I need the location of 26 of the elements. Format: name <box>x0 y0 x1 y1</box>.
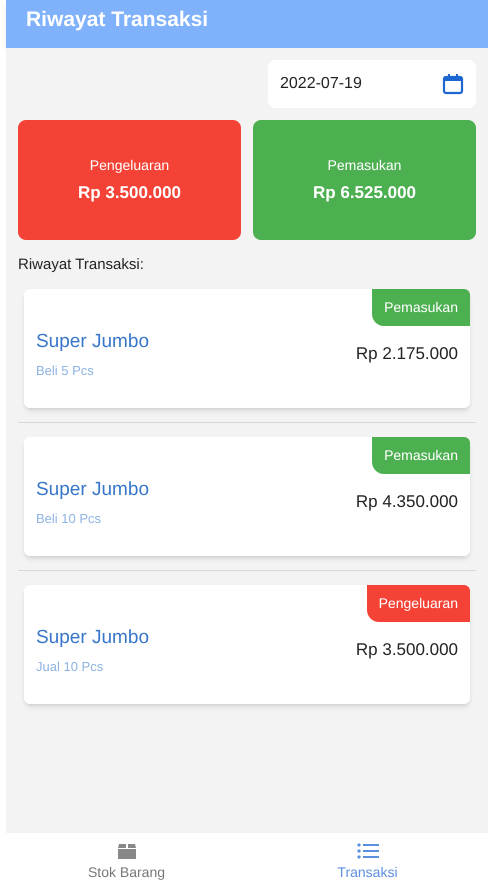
transaction-amount: Rp 3.500.000 <box>356 639 458 662</box>
transaction-detail: Jual 10 Pcs <box>36 658 104 676</box>
transaction-card[interactable]: Pemasukan Super Jumbo Beli 10 Pcs Rp 4.350.000 <box>24 436 470 556</box>
nav-tab[interactable]: Stok Barang <box>6 833 247 891</box>
type-badge: Pemasukan <box>372 436 470 474</box>
type-badge: Pengeluaran <box>366 584 470 622</box>
transaction-detail: Beli 10 Pcs <box>36 510 102 528</box>
transaction-amount: Rp 2.175.000 <box>356 343 458 366</box>
transaction-detail: Beli 5 Pcs <box>36 362 95 380</box>
list-icon <box>356 842 378 860</box>
section-title: Riwayat Transaksi: <box>18 255 145 275</box>
page-title: Riwayat Transaksi <box>26 7 208 33</box>
summary-label: Pemasukan <box>328 156 402 175</box>
summary-label: Pengeluaran <box>90 156 170 175</box>
product-name: Super Jumbo <box>36 478 150 502</box>
product-name: Super Jumbo <box>36 626 150 650</box>
summary-amount: Rp 3.500.000 <box>78 182 181 204</box>
box-icon <box>116 842 136 860</box>
transaction-card[interactable]: Pengeluaran Super Jumbo Jual 10 Pcs Rp 3.500.000 <box>24 584 470 704</box>
date-field[interactable]: 2022-07-19 <box>268 60 476 108</box>
product-name: Super Jumbo <box>36 330 150 354</box>
transaction-card[interactable]: Pemasukan Super Jumbo Beli 5 Pcs Rp 2.175.000 <box>24 288 470 408</box>
type-badge: Pemasukan <box>372 288 470 326</box>
calendar-icon[interactable] <box>442 73 464 95</box>
summary-amount: Rp 6.525.000 <box>312 182 416 204</box>
transaction-amount: Rp 4.350.000 <box>356 491 458 514</box>
